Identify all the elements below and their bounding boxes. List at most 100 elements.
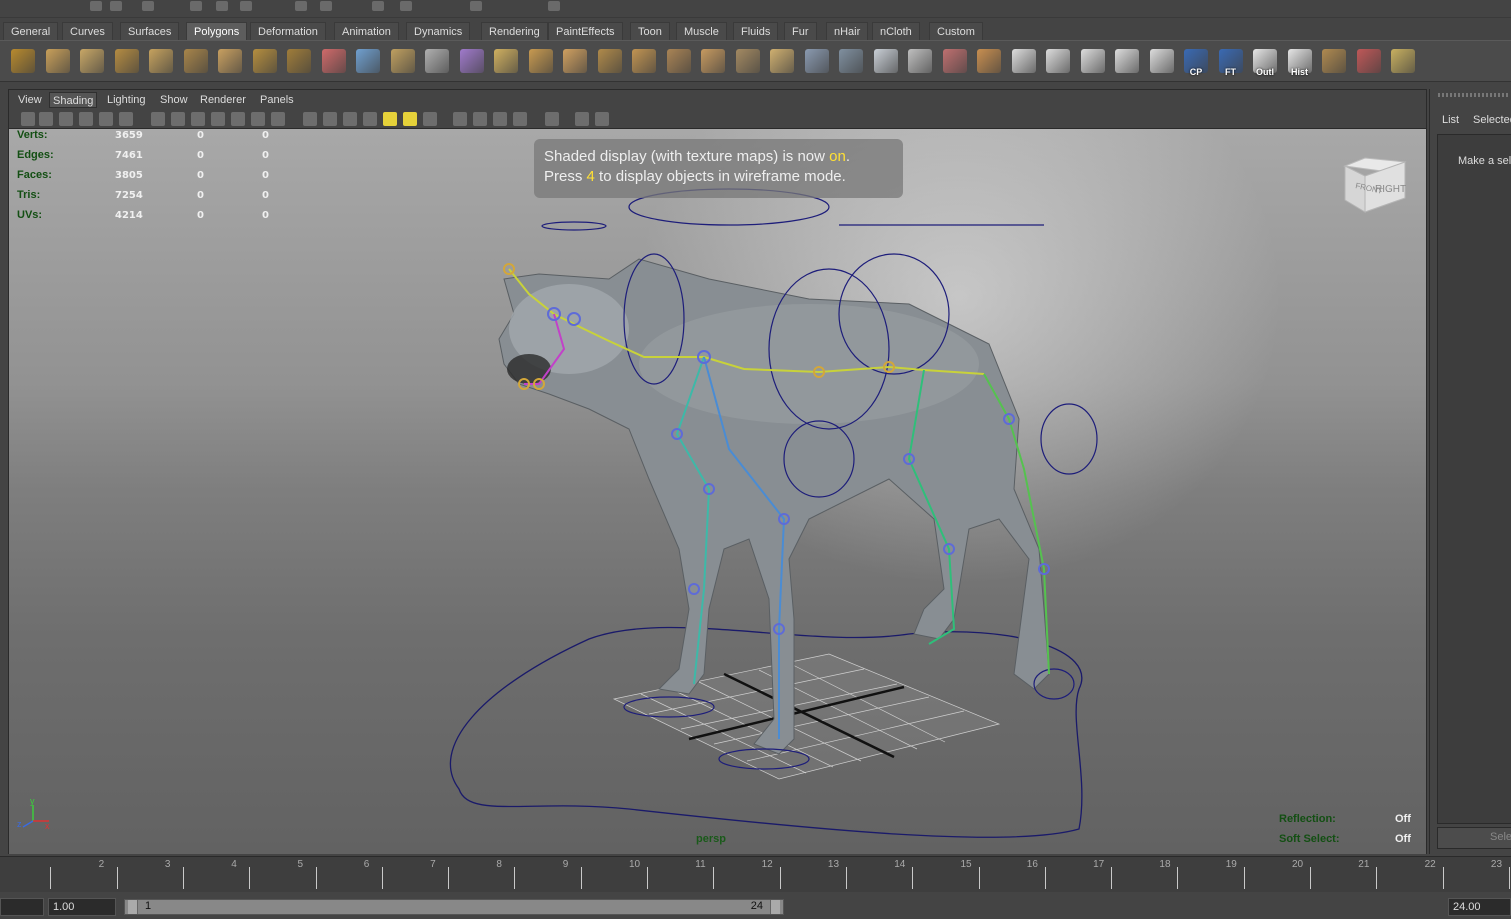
tab-muscle[interactable]: Muscle <box>676 22 727 40</box>
snap-point-icon[interactable] <box>372 1 384 11</box>
tab-general[interactable]: General <box>3 22 59 40</box>
grease-pencil-icon[interactable] <box>119 112 133 126</box>
cylinder-icon[interactable] <box>77 47 107 77</box>
tab-polygons[interactable]: Polygons <box>186 22 248 40</box>
torus-icon[interactable] <box>181 47 211 77</box>
tab-animation[interactable]: Animation <box>334 22 399 40</box>
snap-grid-icon[interactable] <box>295 1 307 11</box>
cp-icon[interactable]: CP <box>1181 47 1211 77</box>
range-handle-end[interactable] <box>770 900 780 914</box>
range-handle-start[interactable] <box>128 900 138 914</box>
render-icon[interactable] <box>470 1 482 11</box>
uv-texture-editor-icon[interactable] <box>1112 47 1142 77</box>
sphere-icon[interactable] <box>8 47 38 77</box>
textured-icon[interactable] <box>363 112 377 126</box>
select-by-object-icon[interactable] <box>216 1 228 11</box>
default-material-icon[interactable] <box>343 112 357 126</box>
triangulate-icon[interactable] <box>1319 47 1349 77</box>
uv-snapshot-icon[interactable] <box>1147 47 1177 77</box>
outl-icon[interactable]: Outl <box>1250 47 1280 77</box>
save-scene-icon[interactable] <box>142 1 154 11</box>
bookmarks-icon[interactable] <box>59 112 73 126</box>
render-settings-icon[interactable] <box>548 1 560 11</box>
panel-menu-show[interactable]: Show <box>157 92 191 108</box>
sculpt-icon[interactable] <box>905 47 935 77</box>
panel-menu-shading[interactable]: Shading <box>49 92 98 108</box>
range-start-field[interactable]: 1.00 <box>48 898 116 916</box>
bridge-icon[interactable] <box>526 47 556 77</box>
tab-surfaces[interactable]: Surfaces <box>120 22 180 40</box>
select-by-component-icon[interactable] <box>240 1 252 11</box>
checker-map-a-icon[interactable] <box>1009 47 1039 77</box>
separate-icon[interactable] <box>353 47 383 77</box>
combine-icon[interactable] <box>319 47 349 77</box>
planar-map-icon[interactable] <box>871 47 901 77</box>
mirror-icon[interactable] <box>457 47 487 77</box>
two-d-pan-icon[interactable] <box>99 112 113 126</box>
merge-icon[interactable] <box>595 47 625 77</box>
tab-curves[interactable]: Curves <box>62 22 113 40</box>
select-button[interactable]: Sele <box>1437 827 1511 849</box>
tab-nhair[interactable]: nHair <box>826 22 869 40</box>
camera-attributes-icon[interactable] <box>39 112 53 126</box>
tab-deformation[interactable]: Deformation <box>250 22 326 40</box>
xray-icon[interactable] <box>545 112 559 126</box>
range-slider[interactable]: 1 24 <box>124 899 784 915</box>
panel-menu-lighting[interactable]: Lighting <box>104 92 149 108</box>
insert-edge-loop-icon[interactable] <box>698 47 728 77</box>
pyramid-icon[interactable] <box>215 47 245 77</box>
film-gate-icon[interactable] <box>171 112 185 126</box>
depth-of-field-icon[interactable] <box>493 112 507 126</box>
field-chart-icon[interactable] <box>231 112 245 126</box>
anti-alias-icon[interactable] <box>473 112 487 126</box>
resolution-gate-icon[interactable] <box>191 112 205 126</box>
soccer-ball-icon[interactable] <box>284 47 314 77</box>
poke-icon[interactable] <box>836 47 866 77</box>
ambient-occlusion-icon[interactable] <box>423 112 437 126</box>
open-scene-icon[interactable] <box>110 1 122 11</box>
gate-mask-icon[interactable] <box>211 112 225 126</box>
panel-menu-view[interactable]: View <box>15 92 45 108</box>
view-cube[interactable]: FRONT RIGHT <box>1339 154 1409 216</box>
select-camera-icon[interactable] <box>21 112 35 126</box>
xray-joints-icon[interactable] <box>575 112 589 126</box>
use-all-lights-icon[interactable] <box>383 112 397 126</box>
offset-edge-loop-icon[interactable] <box>733 47 763 77</box>
range-end-field[interactable]: 24.00 <box>1448 898 1511 916</box>
time-slider[interactable]: 2 3 4 5 6 7 8 9 10 11 12 13 14 15 16 17 18 19 20 21 22 23 <box>0 856 1511 892</box>
tab-selected[interactable]: Selected <box>1473 114 1511 126</box>
cube-icon[interactable] <box>43 47 73 77</box>
motion-blur-icon[interactable] <box>453 112 467 126</box>
tab-dynamics[interactable]: Dynamics <box>406 22 471 40</box>
panel-grip[interactable] <box>1438 93 1508 97</box>
plane-icon[interactable] <box>146 47 176 77</box>
flip-uv-icon[interactable] <box>1388 47 1418 77</box>
ft-icon[interactable]: FT <box>1216 47 1246 77</box>
snap-plane-icon[interactable] <box>400 1 412 11</box>
bevel-icon[interactable] <box>629 47 659 77</box>
xray-components-icon[interactable] <box>595 112 609 126</box>
safe-title-icon[interactable] <box>271 112 285 126</box>
new-scene-icon[interactable] <box>90 1 102 11</box>
grid-icon[interactable] <box>151 112 165 126</box>
tab-painteffects[interactable]: PaintEffects <box>548 22 623 40</box>
tab-list[interactable]: List <box>1442 114 1459 126</box>
fill-hole-icon[interactable] <box>767 47 797 77</box>
wireframe-icon[interactable] <box>303 112 317 126</box>
snap-curve-icon[interactable] <box>320 1 332 11</box>
safe-action-icon[interactable] <box>251 112 265 126</box>
image-plane-icon[interactable] <box>79 112 93 126</box>
cut-faces-icon[interactable] <box>940 47 970 77</box>
anim-start-field[interactable] <box>0 898 44 916</box>
extract-icon[interactable] <box>388 47 418 77</box>
perspective-viewport[interactable]: Verts: 3659 0 0 Edges: 7461 0 0 Faces: 3… <box>9 129 1426 854</box>
checker-map-c-icon[interactable] <box>1078 47 1108 77</box>
extrude-icon[interactable] <box>491 47 521 77</box>
select-by-hierarchy-icon[interactable] <box>190 1 202 11</box>
tab-ncloth[interactable]: nCloth <box>872 22 920 40</box>
checker-map-b-icon[interactable] <box>1043 47 1073 77</box>
tab-custom[interactable]: Custom <box>929 22 983 40</box>
wedge-icon[interactable] <box>802 47 832 77</box>
shadows-icon[interactable] <box>403 112 417 126</box>
append-polygon-icon[interactable] <box>560 47 590 77</box>
